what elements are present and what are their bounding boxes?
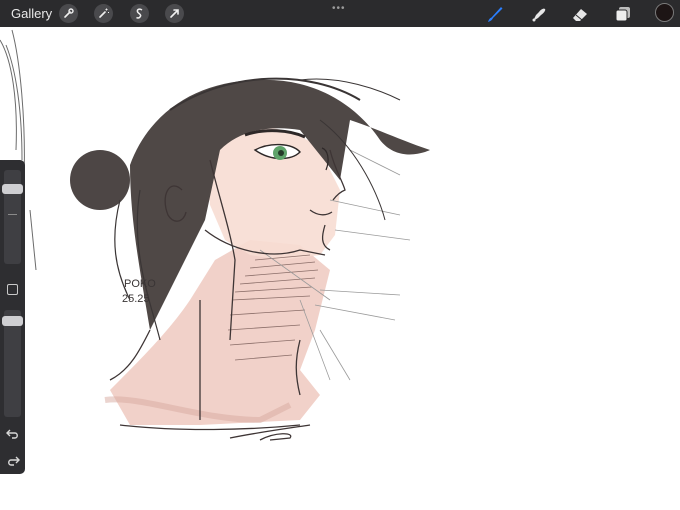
wrench-icon[interactable]	[59, 4, 78, 23]
brush-icon[interactable]	[485, 4, 505, 24]
brush-size-thumb[interactable]	[2, 184, 23, 194]
gallery-button[interactable]: Gallery	[11, 6, 52, 21]
opacity-slider[interactable]	[2, 310, 23, 417]
transform-arrow-icon[interactable]	[165, 4, 184, 23]
signature-name: POKO	[124, 278, 156, 290]
smudge-icon[interactable]	[528, 4, 548, 24]
more-options-button[interactable]: •••	[332, 4, 346, 14]
redo-icon[interactable]	[6, 454, 20, 466]
top-toolbar: Gallery •••	[0, 0, 680, 27]
selection-s-icon[interactable]	[130, 4, 149, 23]
magic-wand-icon[interactable]	[94, 4, 113, 23]
eraser-icon[interactable]	[570, 4, 590, 24]
modify-square-icon[interactable]	[7, 284, 18, 295]
undo-icon[interactable]	[6, 427, 20, 439]
opacity-thumb[interactable]	[2, 316, 23, 326]
slider-tick	[8, 214, 17, 215]
drawing-canvas[interactable]: POKO 25.25	[0, 27, 680, 510]
color-swatch-button[interactable]	[655, 3, 674, 22]
brush-size-slider[interactable]	[2, 170, 23, 264]
left-sidebar	[0, 160, 25, 474]
layers-icon[interactable]	[613, 4, 633, 24]
signature-date: 25.25	[122, 293, 150, 305]
